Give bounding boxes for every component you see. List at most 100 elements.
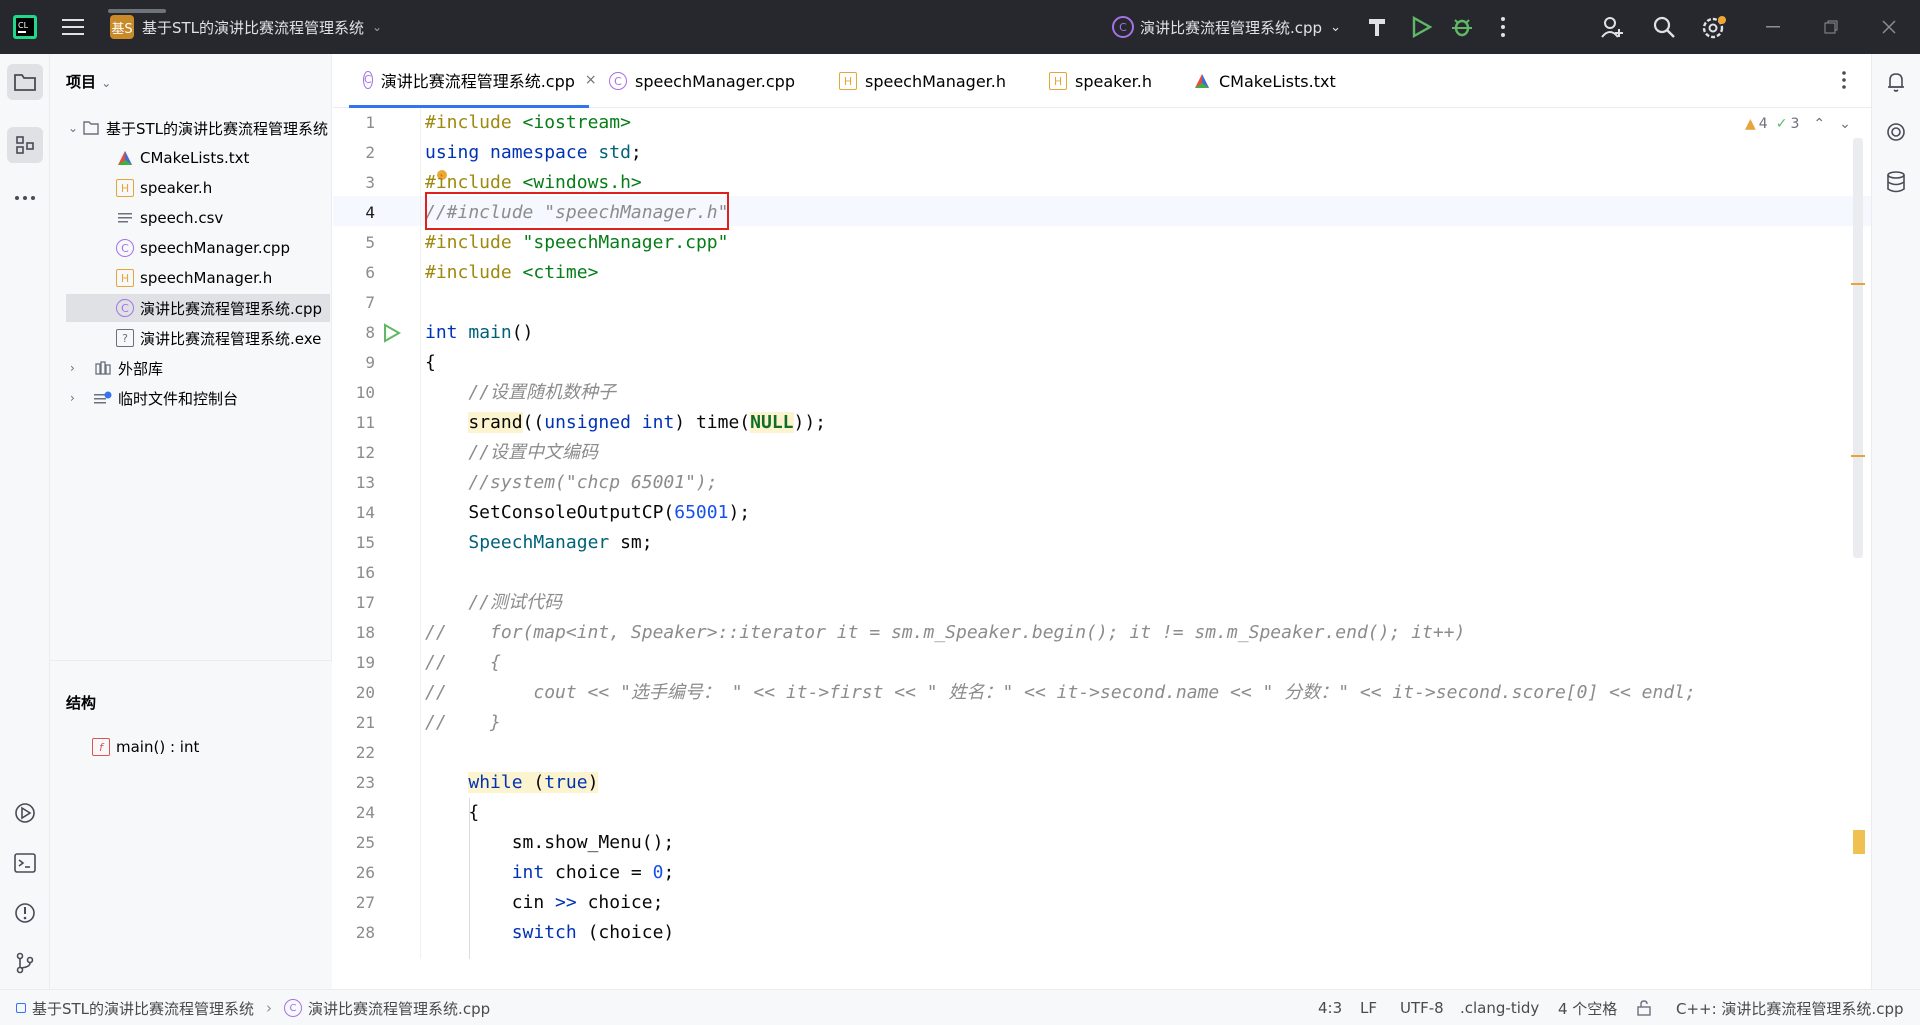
breadcrumb-file[interactable]: 演讲比赛流程管理系统.cpp [308, 998, 490, 1019]
header-icon: H [116, 179, 134, 197]
add-user-icon[interactable] [1600, 15, 1624, 39]
line-number: 10 [355, 383, 375, 402]
project-badge: 基S [110, 15, 134, 39]
close-window-icon[interactable] [1882, 20, 1896, 34]
chevron-right-icon: › [70, 361, 75, 375]
line-number: 28 [355, 923, 375, 942]
weak-warning-icon: ✓ [1775, 116, 1788, 132]
warning-count: 4 [1758, 116, 1768, 132]
external-libs-label: 外部库 [118, 359, 164, 378]
line-number: 13 [355, 473, 375, 492]
scratches-label: 临时文件和控制台 [118, 389, 239, 408]
header-icon: H [116, 269, 134, 287]
folder-icon [82, 119, 100, 137]
left-tool-strip [0, 54, 50, 989]
line-number: 8 [365, 323, 375, 342]
progress-indicator [108, 9, 166, 13]
more-vertical-icon[interactable] [1500, 16, 1506, 38]
problems-icon[interactable] [7, 895, 43, 931]
line-number: 14 [355, 503, 375, 522]
line-number: 17 [355, 593, 375, 612]
structure-item-label: main() : int [116, 738, 200, 756]
structure-tool-icon[interactable] [7, 127, 43, 163]
tree-item-speaker-h[interactable]: H speaker.h [116, 174, 212, 202]
build-hammer-icon[interactable] [1366, 16, 1388, 38]
indent-setting[interactable]: 4 个空格 [1558, 990, 1617, 1026]
structure-item-main[interactable]: f main() : int [92, 733, 199, 761]
line-number: 3 [365, 173, 375, 192]
tab-speechmanager-cpp[interactable]: C speechManager.cpp [609, 54, 795, 108]
notifications-bell-icon[interactable] [1878, 64, 1914, 100]
line-number: 26 [355, 863, 375, 882]
tab-label: speechManager.h [865, 71, 1007, 91]
run-config-selector[interactable]: C 演讲比赛流程管理系统.cpp ⌄ [1112, 10, 1341, 44]
cmake-icon [1193, 72, 1211, 90]
debug-icon[interactable] [1450, 15, 1474, 39]
minimize-icon[interactable] [1766, 26, 1780, 28]
ai-assistant-icon[interactable] [1878, 114, 1914, 150]
project-switcher[interactable]: 基S 基于STL的演讲比赛流程管理系统 ⌄ [110, 8, 382, 46]
chevron-up-icon[interactable]: ⌃ [1813, 116, 1825, 132]
caret-position[interactable]: 4:3 [1318, 990, 1342, 1026]
line-number: 2 [365, 143, 375, 162]
git-branch-icon[interactable] [7, 945, 43, 981]
unknown-file-icon: ? [116, 329, 134, 347]
project-panel-title: 项目 [66, 73, 97, 91]
tab-options-icon[interactable] [1841, 70, 1847, 94]
line-number: 23 [355, 773, 375, 792]
run-icon[interactable] [1410, 16, 1432, 38]
file-label: CMakeLists.txt [140, 149, 250, 167]
database-icon[interactable] [1878, 164, 1914, 200]
chevron-down-icon: ⌄ [1330, 19, 1341, 35]
search-icon[interactable] [1652, 15, 1676, 39]
tree-item-speechmanager-cpp[interactable]: C speechManager.cpp [116, 234, 290, 262]
line-separator[interactable]: LF [1360, 990, 1377, 1026]
line-number: 20 [355, 683, 375, 702]
close-tab-icon[interactable]: × [585, 72, 597, 88]
project-panel-header[interactable]: 项目 ⌄ [66, 71, 111, 92]
run-tool-icon[interactable] [7, 795, 43, 831]
terminal-icon[interactable] [7, 845, 43, 881]
restore-icon[interactable] [1824, 20, 1838, 34]
main-menu-icon[interactable] [62, 15, 88, 39]
tree-item-main-exe[interactable]: ? 演讲比赛流程管理系统.exe [116, 324, 321, 352]
vertical-scrollbar[interactable] [1853, 138, 1863, 558]
settings-gear-icon[interactable] [1700, 15, 1726, 41]
tab-cmakelists[interactable]: CMakeLists.txt [1193, 54, 1336, 108]
tree-item-speechmanager-h[interactable]: H speechManager.h [116, 264, 272, 292]
lock-icon[interactable] [1636, 990, 1652, 1026]
error-stripe-mark[interactable] [1851, 455, 1865, 457]
clang-tidy-status[interactable]: .clang-tidy [1460, 990, 1539, 1026]
file-encoding[interactable]: UTF-8 [1400, 990, 1444, 1026]
function-icon: f [92, 738, 110, 756]
project-tool-icon[interactable] [7, 64, 43, 100]
tab-speaker-h[interactable]: H speaker.h [1049, 54, 1152, 108]
line-number: 27 [355, 893, 375, 912]
clion-logo-icon[interactable]: CL [12, 14, 38, 40]
tree-item-cmakelists[interactable]: CMakeLists.txt [116, 144, 249, 172]
tab-main-cpp[interactable]: C 演讲比赛流程管理系统.cpp × [349, 54, 597, 108]
language-context[interactable]: C++: 演讲比赛流程管理系统.cpp [1676, 990, 1904, 1026]
error-stripe-mark[interactable] [1851, 283, 1865, 285]
tab-speechmanager-h[interactable]: H speechManager.h [839, 54, 1006, 108]
tree-item-speech-csv[interactable]: speech.csv [116, 204, 223, 232]
inspection-widget[interactable]: ▲ 4 ✓ 3 ⌃ ⌄ [1745, 116, 1851, 132]
error-stripe-mark[interactable] [1853, 830, 1865, 854]
tree-root[interactable]: ⌄ 基于STL的演讲比赛流程管理系统 [68, 114, 328, 142]
run-gutter-icon[interactable] [383, 323, 402, 347]
tree-item-scratches[interactable]: › 临时文件和控制台 [70, 384, 238, 412]
project-name: 基于STL的演讲比赛流程管理系统 [142, 18, 365, 37]
line-number: 4 [365, 203, 375, 222]
more-tools-icon[interactable] [7, 180, 43, 216]
file-label: speech.csv [140, 209, 224, 227]
scratches-icon [94, 389, 112, 407]
chevron-down-icon[interactable]: ⌄ [1839, 116, 1851, 132]
code-editor[interactable]: 1 2 3 4 5 6 7 8 9 10 11 12 13 14 15 16 1… [333, 108, 1871, 959]
breadcrumb-project[interactable]: 基于STL的演讲比赛流程管理系统 [32, 998, 254, 1019]
tab-label: speaker.h [1075, 71, 1153, 91]
cpp-file-icon: C [1112, 16, 1134, 38]
tree-item-main-cpp[interactable]: C 演讲比赛流程管理系统.cpp [66, 294, 330, 322]
line-number: 11 [355, 413, 375, 432]
tree-item-external-libs[interactable]: › 外部库 [70, 354, 163, 382]
line-number: 25 [355, 833, 375, 852]
